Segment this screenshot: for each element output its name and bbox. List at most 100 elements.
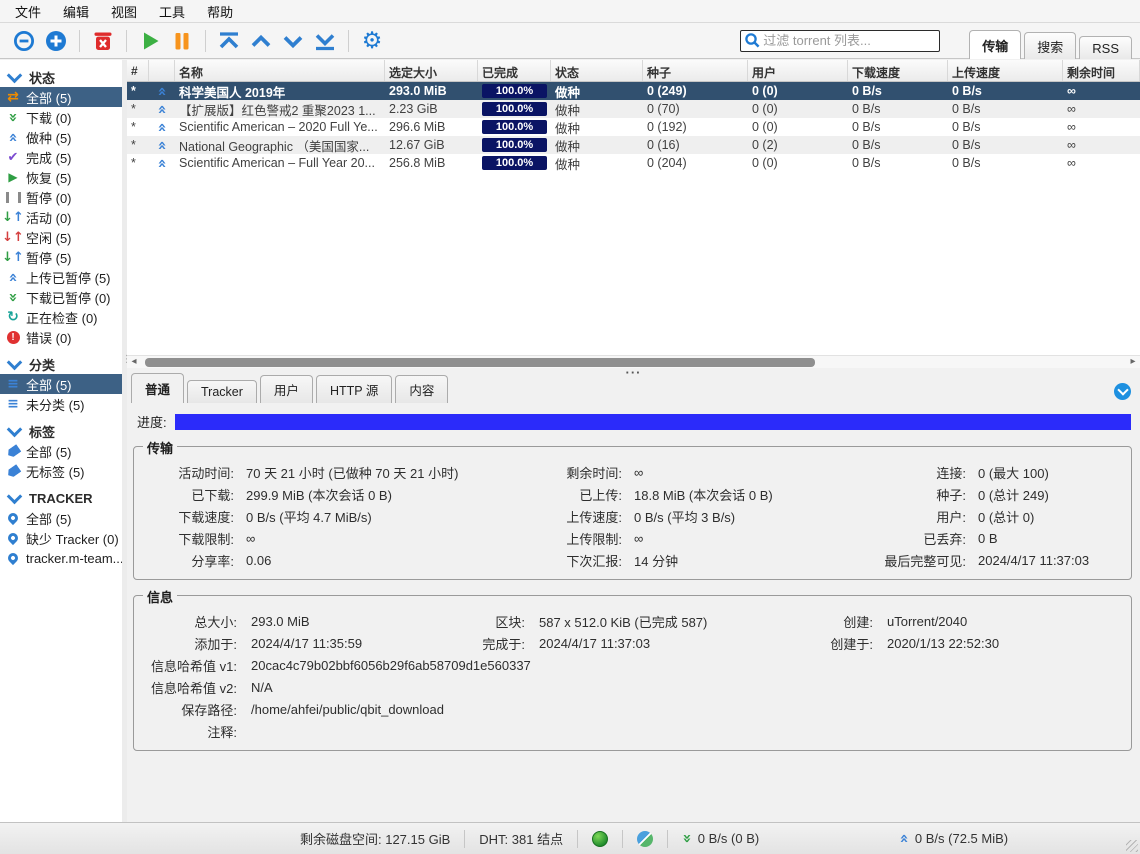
- sidebar-item[interactable]: ▶恢复 (5): [0, 167, 122, 187]
- transfer-groupbox: 传输 活动时间:70 天 21 小时 (已做种 70 天 21 小时)已下载:2…: [133, 446, 1132, 580]
- column-header-down[interactable]: 下载速度: [848, 60, 948, 81]
- column-header-eta[interactable]: 剩余时间: [1063, 60, 1140, 81]
- section-header-categories[interactable]: 分类: [0, 354, 122, 374]
- resize-grip[interactable]: [1126, 840, 1138, 852]
- tab-search[interactable]: 搜索: [1024, 32, 1076, 59]
- tab-transfers[interactable]: 传输: [969, 30, 1021, 59]
- move-up-button[interactable]: [245, 26, 277, 56]
- toolbar-separator: [205, 30, 206, 52]
- sidebar-item[interactable]: 无标签 (5): [0, 461, 122, 481]
- sidebar-item[interactable]: »做种 (5): [0, 127, 122, 147]
- progress-label: 进度:: [137, 412, 175, 431]
- column-header-status[interactable]: 状态: [551, 60, 643, 81]
- sidebar-item-label: 全部 (5): [26, 88, 72, 107]
- column-header-done[interactable]: 已完成: [478, 60, 551, 81]
- menu-item-2[interactable]: 视图: [100, 0, 148, 23]
- sidebar-item[interactable]: »上传已暂停 (5): [0, 267, 122, 287]
- sidebar-item-label: 完成 (5): [26, 148, 72, 167]
- column-header-size[interactable]: 选定大小: [385, 60, 478, 81]
- torrent-row[interactable]: *»Scientific American – 2020 Full Ye...2…: [127, 118, 1140, 136]
- cell-down: 0 B/s: [848, 102, 948, 116]
- section-header-tags[interactable]: 标签: [0, 421, 122, 441]
- sidebar-item[interactable]: ⇄全部 (5): [0, 87, 122, 107]
- connection-globe-icon[interactable]: [592, 831, 608, 847]
- sidebar-section-trackers: TRACKER 全部 (5)缺少 Tracker (0)tracker.m-tea…: [0, 488, 122, 568]
- field-value: 0 (总计 249): [978, 485, 1123, 504]
- move-to-bottom-button[interactable]: [309, 26, 341, 56]
- sidebar-item-label: 错误 (0): [26, 328, 72, 347]
- sidebar-item[interactable]: 全部 (5): [0, 508, 122, 528]
- field-value: 587 x 512.0 KiB (已完成 587): [539, 612, 769, 631]
- info-groupbox: 信息 总大小:293.0 MiB区块:587 x 512.0 KiB (已完成 …: [133, 595, 1132, 751]
- chevron-down-icon: [7, 488, 23, 504]
- filter-sidebar: 状态⇄全部 (5)»下载 (0)»做种 (5)✔完成 (5)▶恢复 (5)暂停 …: [0, 60, 122, 822]
- field-value: ∞: [634, 531, 866, 546]
- speed-limits-icon[interactable]: [637, 831, 653, 847]
- section-header-status[interactable]: 状态: [0, 67, 122, 87]
- column-header-name[interactable]: 名称: [175, 60, 385, 81]
- scroll-left-icon[interactable]: ◂: [127, 356, 141, 368]
- sidebar-item[interactable]: »下载已暂停 (0): [0, 287, 122, 307]
- sidebar-item[interactable]: ≡全部 (5): [0, 374, 122, 394]
- menu-item-1[interactable]: 编辑: [52, 0, 100, 23]
- collapse-details-button[interactable]: [1114, 383, 1131, 400]
- main-view-tabs: 传输搜索RSS: [966, 23, 1132, 59]
- scroll-right-icon[interactable]: ▸: [1126, 356, 1140, 368]
- main-area: #名称选定大小已完成状态种子用户下载速度上传速度剩余时间 *»科学美国人 201…: [127, 60, 1140, 822]
- torrent-row[interactable]: *»【扩展版】红色警戒2 重聚2023 1...2.23 GiB100.0%做种…: [127, 100, 1140, 118]
- details-tab-trackers[interactable]: Tracker: [187, 380, 257, 403]
- sidebar-item[interactable]: !错误 (0): [0, 327, 122, 347]
- move-to-top-button[interactable]: [213, 26, 245, 56]
- torrent-row[interactable]: *»科学美国人 2019年293.0 MiB100.0%做种0 (249)0 (…: [127, 82, 1140, 100]
- toolbar-separator: [126, 30, 127, 52]
- add-torrent-link-button[interactable]: [8, 26, 40, 56]
- gear-icon: ⚙: [362, 29, 383, 52]
- column-header-seeds[interactable]: 种子: [643, 60, 748, 81]
- options-button[interactable]: ⚙: [356, 26, 388, 56]
- menu-item-4[interactable]: 帮助: [196, 0, 244, 23]
- column-header-up[interactable]: 上传速度: [948, 60, 1063, 81]
- progress-row: 进度:: [137, 412, 1131, 431]
- sidebar-item[interactable]: ↓↑暂停 (5): [0, 247, 122, 267]
- pause-button[interactable]: [166, 26, 198, 56]
- add-torrent-file-button[interactable]: [40, 26, 72, 56]
- details-tab-general[interactable]: 普通: [131, 373, 184, 403]
- cell-done: 100.0%: [478, 120, 551, 134]
- sidebar-item[interactable]: tracker.m-team....: [0, 548, 122, 568]
- sidebar-item[interactable]: 缺少 Tracker (0): [0, 528, 122, 548]
- add-link-icon: [12, 29, 36, 53]
- cell-seeds: 0 (192): [643, 120, 748, 134]
- tab-rss[interactable]: RSS: [1079, 36, 1132, 59]
- sidebar-item[interactable]: 暂停 (0): [0, 187, 122, 207]
- global-download-speed[interactable]: » 0 B/s (0 B): [682, 831, 759, 846]
- sidebar-item[interactable]: 全部 (5): [0, 441, 122, 461]
- details-tab-http-sources[interactable]: HTTP 源: [316, 375, 392, 403]
- global-upload-speed[interactable]: » 0 B/s (72.5 MiB): [899, 831, 1008, 846]
- column-header-num[interactable]: #: [127, 60, 149, 81]
- sidebar-item[interactable]: »下载 (0): [0, 107, 122, 127]
- torrent-row[interactable]: *»Scientific American – Full Year 20...2…: [127, 154, 1140, 172]
- menu-item-3[interactable]: 工具: [148, 0, 196, 23]
- sidebar-item[interactable]: ≡未分类 (5): [0, 394, 122, 414]
- field-label: 已丢弃:: [866, 529, 966, 548]
- section-title: TRACKER: [29, 491, 93, 506]
- sidebar-item[interactable]: ↻正在检查 (0): [0, 307, 122, 327]
- section-header-trackers[interactable]: TRACKER: [0, 488, 122, 508]
- resume-button[interactable]: [134, 26, 166, 56]
- cell-num: *: [127, 120, 149, 134]
- column-header-peers[interactable]: 用户: [748, 60, 848, 81]
- details-tab-content[interactable]: 内容: [395, 375, 448, 403]
- sidebar-item[interactable]: ✔完成 (5): [0, 147, 122, 167]
- cell-status: 做种: [551, 136, 643, 155]
- sidebar-item[interactable]: ↓↑活动 (0): [0, 207, 122, 227]
- delete-torrent-button[interactable]: [87, 26, 119, 56]
- scrollbar-thumb[interactable]: [145, 358, 815, 367]
- move-down-button[interactable]: [277, 26, 309, 56]
- menu-item-0[interactable]: 文件: [4, 0, 52, 23]
- field-value: /home/ahfei/public/qbit_download: [251, 702, 1123, 717]
- sidebar-item[interactable]: ↓↑空闲 (5): [0, 227, 122, 247]
- torrent-filter-input[interactable]: [761, 32, 936, 49]
- column-header-icon[interactable]: [149, 60, 175, 81]
- details-tab-peers[interactable]: 用户: [260, 375, 313, 403]
- torrent-row[interactable]: *»National Geographic （美国国家...12.67 GiB1…: [127, 136, 1140, 154]
